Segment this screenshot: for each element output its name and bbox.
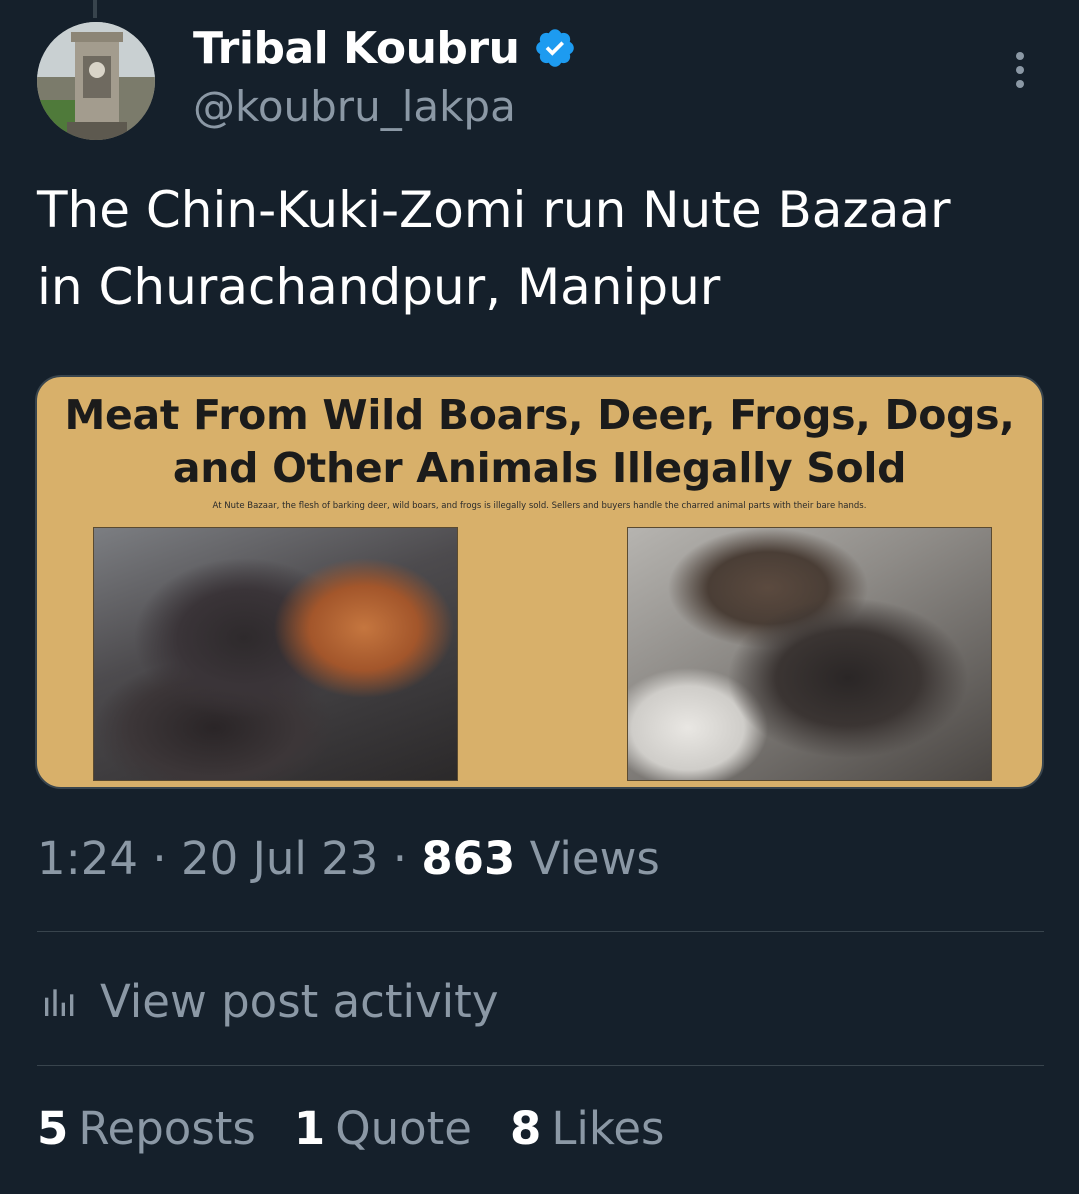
more-vertical-icon-dot [1016, 66, 1024, 74]
verified-badge-icon [536, 29, 575, 67]
quotes-label: Quote [335, 1102, 472, 1155]
media-photo-left [93, 527, 458, 781]
tweet-text-line: The Chin-Kuki-Zomi run Nute Bazaar [37, 181, 951, 239]
avatar-image [37, 22, 155, 140]
author-display-name[interactable]: Tribal Koubru [193, 23, 520, 74]
divider [37, 1065, 1044, 1066]
tweet-time[interactable]: 1:24 [37, 832, 138, 885]
more-options-button[interactable] [998, 48, 1042, 92]
likes-count: 8 [510, 1102, 542, 1155]
meta-separator: · [392, 832, 408, 885]
tweet-text-line: in Churachandpur, Manipur [37, 258, 721, 316]
author-name-row: Tribal Koubru [193, 20, 577, 76]
more-vertical-icon-dot [1016, 80, 1024, 88]
likes-label: Likes [551, 1102, 665, 1155]
reposts-label: Reposts [78, 1102, 256, 1155]
tweet-media-image[interactable]: Meat From Wild Boars, Deer, Frogs, Dogs,… [35, 375, 1044, 789]
media-photo-right [627, 527, 992, 781]
divider [37, 931, 1044, 932]
thread-connector-line [93, 0, 97, 18]
reposts-count: 5 [37, 1102, 69, 1155]
bar-chart-icon [45, 989, 74, 1016]
author-handle[interactable]: @koubru_lakpa [193, 82, 516, 131]
likes-stat[interactable]: 8 Likes [510, 1102, 664, 1155]
media-heading-line: and Other Animals Illegally Sold [172, 444, 907, 492]
media-heading: Meat From Wild Boars, Deer, Frogs, Dogs,… [37, 389, 1042, 495]
media-caption: At Nute Bazaar, the flesh of barking dee… [212, 501, 867, 511]
tweet-text: The Chin-Kuki-Zomi run Nute Bazaar in Ch… [37, 172, 1047, 326]
view-post-activity-button[interactable]: View post activity [40, 966, 498, 1036]
views-count: 863 [421, 832, 516, 885]
tweet-meta: 1:24 · 20 Jul 23 · 863 Views [37, 832, 660, 885]
view-post-activity-label: View post activity [100, 974, 499, 1028]
reposts-stat[interactable]: 5 Reposts [37, 1102, 256, 1155]
quotes-count: 1 [293, 1102, 326, 1155]
avatar[interactable] [37, 22, 155, 140]
engagement-stats: 5 Reposts 1 Quote 8 Likes [37, 1102, 664, 1155]
views-label: Views [529, 832, 660, 885]
tweet-date[interactable]: 20 Jul 23 [181, 832, 378, 885]
media-heading-line: Meat From Wild Boars, Deer, Frogs, Dogs, [64, 391, 1015, 439]
meta-separator: · [152, 832, 167, 885]
more-vertical-icon [1016, 52, 1024, 60]
quotes-stat[interactable]: 1 Quote [294, 1102, 472, 1155]
